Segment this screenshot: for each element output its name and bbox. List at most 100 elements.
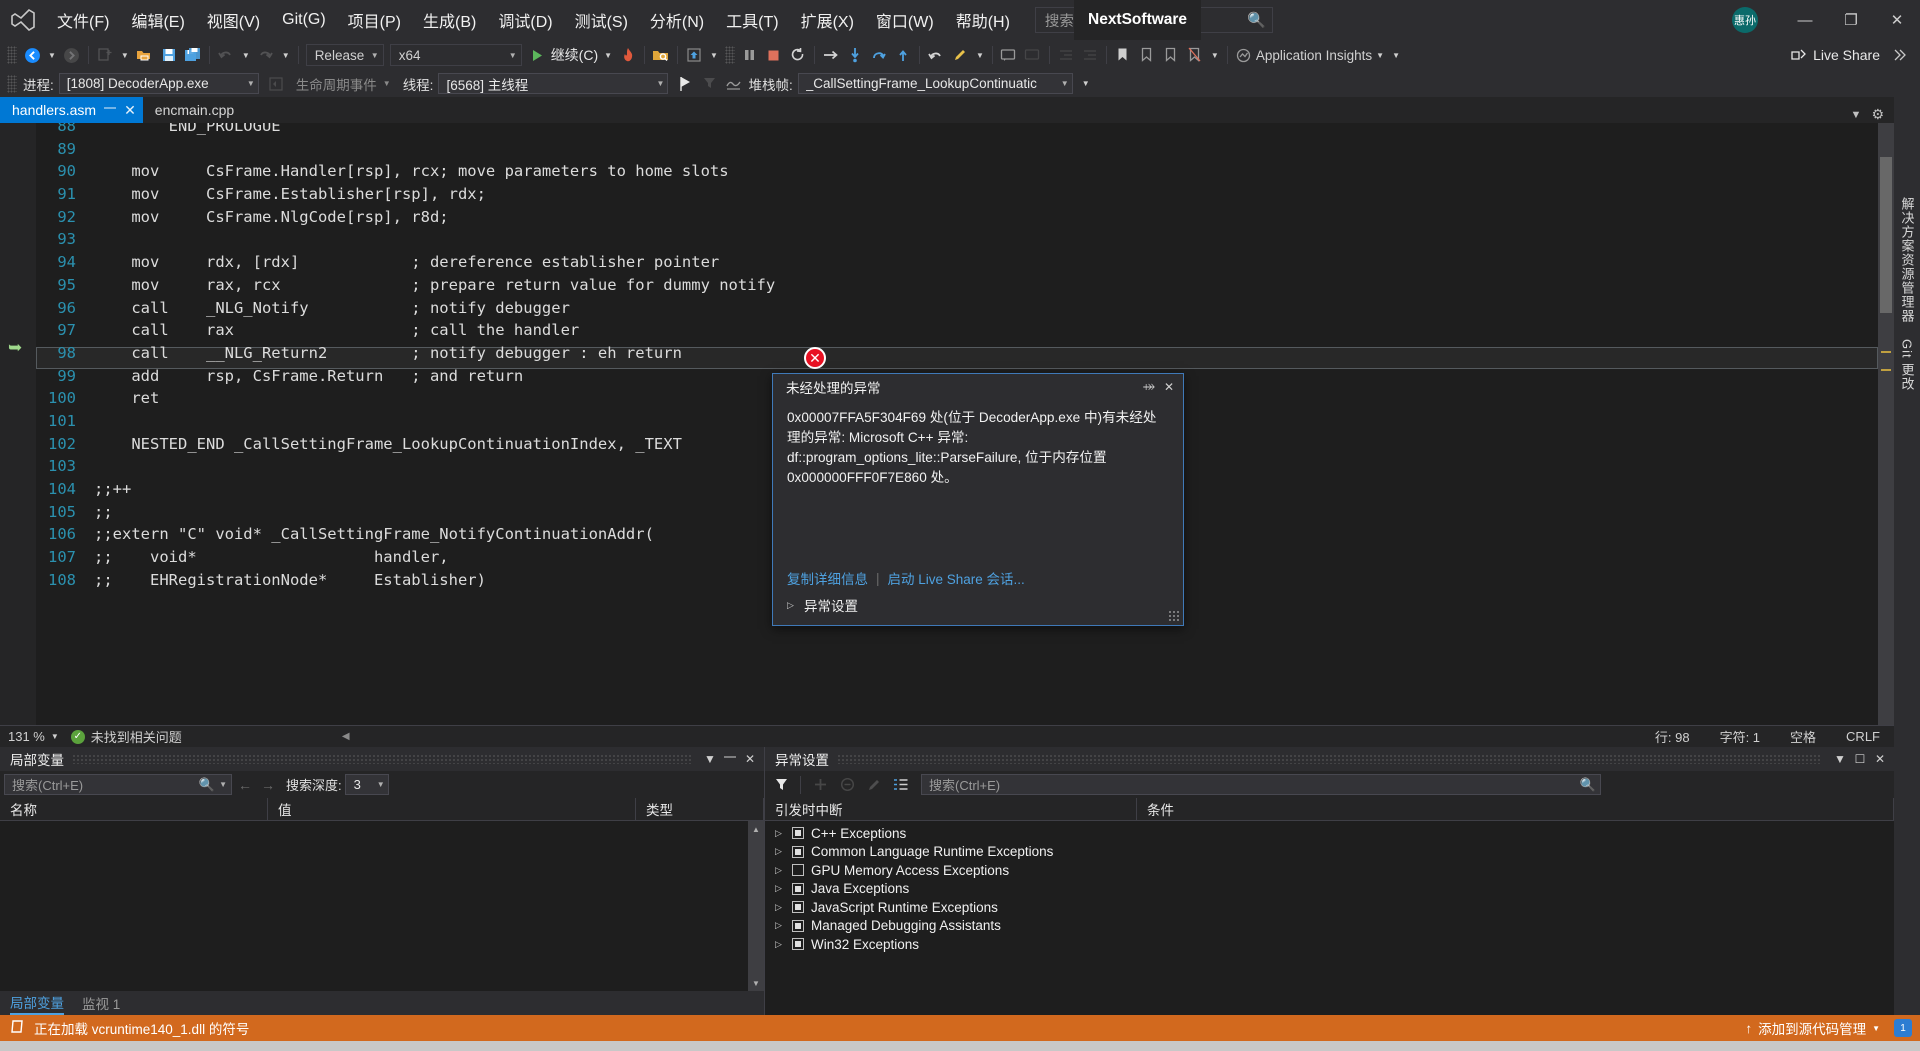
scroll-up-icon[interactable]: ▲ xyxy=(748,821,764,837)
close-icon[interactable]: ✕ xyxy=(124,102,136,119)
menu-item-git[interactable]: Git(G) xyxy=(271,0,337,40)
redo-dropdown-icon[interactable]: ▼ xyxy=(278,51,294,60)
step-up-icon[interactable] xyxy=(891,43,915,67)
format-pen-icon[interactable] xyxy=(948,43,972,67)
bookmark-icon[interactable] xyxy=(1111,43,1135,67)
pin-icon[interactable]: ⎻ xyxy=(104,103,116,118)
close-icon[interactable]: ✕ xyxy=(1870,749,1890,769)
step-out-icon[interactable] xyxy=(867,43,891,67)
stackframe-combo[interactable]: _CallSettingFrame_LookupContinuatic ▼ xyxy=(797,73,1073,94)
start-live-share-link[interactable]: 启动 Live Share 会话... xyxy=(888,568,1025,588)
add-to-source-control-button[interactable]: ↑ 添加到源代码管理 ▼ xyxy=(1745,1018,1880,1038)
menu-item-window[interactable]: 窗口(W) xyxy=(865,0,945,40)
tab-encmain-cpp[interactable]: encmain.cpp xyxy=(143,97,241,123)
toolbar-grip[interactable] xyxy=(7,46,17,64)
exception-search-input[interactable]: 搜索(Ctrl+E) 🔍 xyxy=(921,774,1601,795)
breakpoint-gutter[interactable]: ➥ xyxy=(0,123,36,725)
menu-item-file[interactable]: 文件(F) xyxy=(46,0,120,40)
stop-debugging-icon[interactable] xyxy=(762,43,786,67)
filter-funnel-icon[interactable] xyxy=(769,773,793,797)
locals-grid-body[interactable] xyxy=(0,821,748,991)
exception-category-checkbox[interactable] xyxy=(792,827,804,840)
exception-category-checkbox[interactable] xyxy=(792,901,804,914)
thread-squiggle-icon[interactable] xyxy=(721,72,745,96)
unhandled-exception-dialog[interactable]: 未经处理的异常 ⤀ ✕ 0x00007FFA5F304F69 处(位于 Deco… xyxy=(772,373,1184,626)
exception-category-row[interactable]: ▷ C++ Exceptions xyxy=(765,824,1894,843)
exception-category-row[interactable]: ▷ Win32 Exceptions xyxy=(765,935,1894,954)
chevron-right-icon[interactable]: ▷ xyxy=(775,939,785,950)
navigate-back-icon[interactable] xyxy=(20,43,44,67)
tab-settings-gear-icon[interactable]: ⚙ xyxy=(1871,106,1884,123)
flag-filter-clear-icon[interactable] xyxy=(697,72,721,96)
toolbar-grip-2[interactable] xyxy=(724,46,735,64)
pin-icon[interactable]: ⎻ xyxy=(720,749,740,769)
chevron-right-icon[interactable]: ▷ xyxy=(775,920,785,931)
continue-button-label[interactable]: 继续(C) xyxy=(549,45,600,65)
issue-status[interactable]: ✓ 未找到相关问题 xyxy=(65,727,182,746)
menu-item-project[interactable]: 项目(P) xyxy=(337,0,412,40)
exception-category-row[interactable]: ▷ Managed Debugging Assistants xyxy=(765,917,1894,936)
column-name[interactable]: 名称 xyxy=(0,798,268,820)
uncomment-icon[interactable] xyxy=(1021,43,1045,67)
menu-item-help[interactable]: 帮助(H) xyxy=(945,0,1021,40)
exception-category-list[interactable]: ▷ C++ Exceptions ▷ Common Language Runtime … xyxy=(765,821,1894,1015)
save-all-icon[interactable] xyxy=(181,43,205,67)
line-ending-mode[interactable]: CRLF xyxy=(1846,729,1880,744)
step-over-icon[interactable] xyxy=(819,43,843,67)
navigate-forward-icon[interactable] xyxy=(60,43,84,67)
exception-category-checkbox[interactable] xyxy=(792,938,804,951)
editor-vertical-scrollbar[interactable] xyxy=(1878,123,1894,725)
feedback-icon[interactable] xyxy=(1888,43,1912,67)
chevron-right-icon[interactable]: ▷ xyxy=(775,828,785,839)
flag-filter-icon[interactable] xyxy=(673,72,697,96)
live-share-button[interactable]: Live Share xyxy=(1790,47,1888,63)
application-insights-label[interactable]: Application Insights xyxy=(1256,48,1372,63)
comment-icon[interactable] xyxy=(997,43,1021,67)
application-insights-dropdown-icon[interactable]: ▼ xyxy=(1372,51,1388,60)
redo-icon[interactable] xyxy=(254,43,278,67)
undo-dropdown-icon[interactable]: ▼ xyxy=(238,51,254,60)
exception-category-checkbox[interactable] xyxy=(792,864,804,877)
close-icon[interactable]: ✕ xyxy=(740,749,760,769)
navigate-back-dropdown-icon[interactable]: ▼ xyxy=(44,51,60,60)
exception-category-checkbox[interactable] xyxy=(792,882,804,895)
zoom-combo[interactable]: 131 % ▼ xyxy=(0,729,65,744)
rail-item-git-changes[interactable]: Git 更改 xyxy=(1898,339,1917,391)
menu-item-tools[interactable]: 工具(T) xyxy=(715,0,789,40)
exception-category-row[interactable]: ▷ Java Exceptions xyxy=(765,880,1894,899)
solution-configuration-combo[interactable]: Release ▼ xyxy=(305,44,384,66)
search-next-icon[interactable]: → xyxy=(258,777,278,793)
undo-icon[interactable] xyxy=(214,43,238,67)
pin-icon[interactable]: ⤀ xyxy=(1139,377,1159,397)
open-file-icon[interactable] xyxy=(133,43,157,67)
process-combo[interactable]: [1808] DecoderApp.exe ▼ xyxy=(58,73,259,94)
debug-location-overflow-icon[interactable]: ▼ xyxy=(1078,79,1094,88)
drag-handle[interactable] xyxy=(72,754,692,764)
attach-to-process-icon[interactable] xyxy=(649,43,673,67)
search-depth-combo[interactable]: 3 ▼ xyxy=(344,774,389,795)
expand-collapse-icon[interactable] xyxy=(889,773,913,797)
new-project-icon[interactable] xyxy=(93,43,117,67)
scroll-down-icon[interactable]: ▼ xyxy=(748,975,764,991)
restart-icon[interactable] xyxy=(786,43,810,67)
undo-nav-icon[interactable] xyxy=(924,43,948,67)
exception-category-row[interactable]: ▷ GPU Memory Access Exceptions xyxy=(765,861,1894,880)
edit-condition-icon[interactable] xyxy=(862,773,886,797)
minimize-button[interactable]: — xyxy=(1782,0,1828,40)
add-exception-icon[interactable] xyxy=(808,773,832,797)
application-insights-icon[interactable] xyxy=(1232,43,1256,67)
menu-item-build[interactable]: 生成(B) xyxy=(412,0,487,40)
exception-category-row[interactable]: ▷ JavaScript Runtime Exceptions xyxy=(765,898,1894,917)
exception-settings-expander[interactable]: ▷ 异常设置 xyxy=(773,592,1183,625)
column-value[interactable]: 值 xyxy=(268,798,636,820)
lifecycle-events-icon[interactable] xyxy=(264,72,288,96)
tab-handlers-asm[interactable]: handlers.asm ⎻ ✕ xyxy=(0,97,143,123)
menu-item-test[interactable]: 测试(S) xyxy=(564,0,639,40)
notifications-button[interactable]: 1 xyxy=(1894,1019,1912,1037)
copy-details-link[interactable]: 复制详细信息 xyxy=(787,568,868,588)
search-prev-icon[interactable]: ← xyxy=(235,777,255,793)
tab-list-dropdown-icon[interactable]: ▼ xyxy=(1851,109,1862,121)
show-next-statement-icon[interactable] xyxy=(682,43,706,67)
exception-category-row[interactable]: ▷ Common Language Runtime Exceptions xyxy=(765,843,1894,862)
thread-combo[interactable]: [6568] 主线程 ▼ xyxy=(438,73,669,94)
